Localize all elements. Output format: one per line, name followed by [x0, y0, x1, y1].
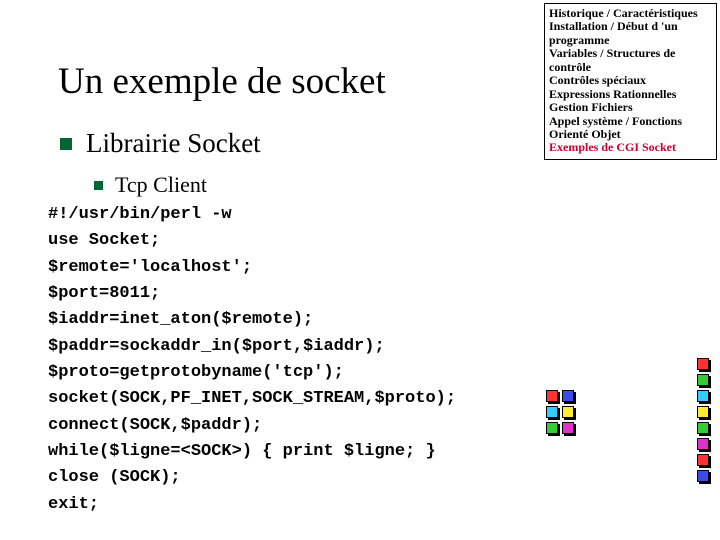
deco-square-icon — [697, 358, 709, 370]
subheading-level1-text: Librairie Socket — [86, 128, 261, 159]
subheading-level2: Tcp Client — [94, 172, 207, 198]
decorative-squares-right — [697, 358, 709, 482]
subheading-level2-text: Tcp Client — [115, 172, 207, 198]
sidebar-item: Orienté Objet — [549, 128, 712, 141]
deco-square-icon — [546, 422, 558, 434]
sidebar-item: Installation / Début d 'un programme — [549, 20, 712, 47]
sidebar-item: Exemples de CGI Socket — [549, 141, 712, 154]
deco-square-icon — [697, 422, 709, 434]
deco-square-icon — [562, 422, 574, 434]
deco-square-icon — [697, 438, 709, 450]
deco-square-icon — [697, 470, 709, 482]
deco-square-icon — [562, 406, 574, 418]
sidebar-item: Gestion Fichiers — [549, 101, 712, 114]
sidebar-item: Appel système / Fonctions — [549, 115, 712, 128]
sidebar-item: Historique / Caractéristiques — [549, 7, 712, 20]
decorative-squares-left — [546, 390, 574, 434]
deco-square-icon — [697, 390, 709, 402]
sidebar-item: Variables / Structures de contrôle — [549, 47, 712, 74]
sidebar-outline: Historique / CaractéristiquesInstallatio… — [544, 3, 717, 160]
bullet-square-small-icon — [94, 181, 103, 190]
deco-square-icon — [697, 406, 709, 418]
deco-square-icon — [546, 390, 558, 402]
bullet-square-icon — [60, 138, 72, 150]
sidebar-item: Expressions Rationnelles — [549, 88, 712, 101]
subheading-level1: Librairie Socket — [60, 128, 261, 159]
sidebar-item: Contrôles spéciaux — [549, 74, 712, 87]
deco-square-icon — [562, 390, 574, 402]
deco-square-icon — [697, 374, 709, 386]
deco-square-icon — [546, 406, 558, 418]
code-block: #!/usr/bin/perl -w use Socket; $remote='… — [48, 202, 456, 518]
deco-square-icon — [697, 454, 709, 466]
slide-title: Un exemple de socket — [58, 60, 386, 103]
